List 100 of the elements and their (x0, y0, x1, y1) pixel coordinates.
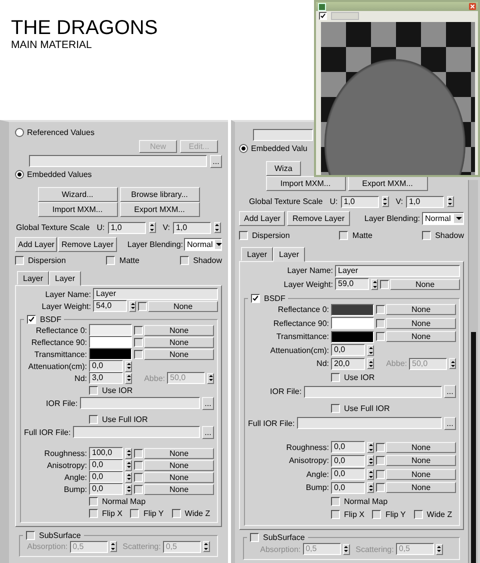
scrollbar[interactable] (468, 180, 478, 563)
map-button[interactable]: None (386, 304, 456, 316)
spinner-button[interactable] (125, 484, 132, 494)
layer-button[interactable]: Remove Layer (287, 211, 350, 226)
number-field[interactable]: 3,0 (89, 372, 123, 384)
checkbox[interactable] (414, 510, 423, 520)
checkbox[interactable] (89, 386, 98, 394)
spinner-button[interactable] (367, 358, 374, 370)
checkbox[interactable] (130, 508, 140, 518)
spinner-button[interactable] (148, 222, 156, 233)
map-button[interactable]: None (144, 484, 214, 494)
spinner-button[interactable] (342, 544, 350, 554)
number-field[interactable]: 0,0 (331, 482, 365, 494)
library-button[interactable]: Import MXM... (266, 176, 346, 191)
checkbox[interactable] (180, 256, 190, 265)
radio-button[interactable] (239, 144, 248, 153)
blending-dropdown[interactable]: Normal (422, 212, 464, 225)
spinner-button[interactable] (125, 360, 132, 372)
map-button[interactable]: None (386, 455, 456, 466)
map-button[interactable]: None (386, 318, 456, 329)
checkbox[interactable] (89, 414, 98, 424)
map-button[interactable]: None (144, 472, 214, 482)
number-field[interactable]: 1,0 (340, 196, 379, 208)
blending-dropdown[interactable]: Normal (184, 238, 222, 251)
checkbox[interactable] (26, 530, 35, 540)
spinner-button[interactable] (202, 541, 210, 552)
spinner-button[interactable] (129, 300, 136, 312)
layer-name-field[interactable]: Layer (93, 288, 218, 300)
spinner-button[interactable] (367, 442, 374, 453)
checkbox[interactable] (331, 510, 340, 520)
checkbox[interactable] (134, 460, 143, 470)
checkbox[interactable] (27, 314, 36, 324)
number-field[interactable]: 1,0 (108, 222, 146, 234)
number-field[interactable]: 0,0 (331, 344, 365, 356)
map-button[interactable]: None (144, 348, 214, 360)
spinner-button[interactable] (125, 472, 132, 482)
file-path-field[interactable] (80, 397, 200, 409)
map-button[interactable]: None (390, 278, 460, 290)
checkbox[interactable] (134, 472, 143, 482)
number-field[interactable]: 0,0 (89, 360, 123, 372)
checkbox[interactable] (331, 372, 340, 382)
checkbox[interactable] (376, 332, 385, 342)
file-path-field[interactable] (304, 386, 442, 398)
map-button[interactable]: None (386, 468, 456, 480)
checkbox[interactable] (376, 305, 385, 314)
layer-tab[interactable]: Layer (17, 271, 50, 285)
layer-tab[interactable]: Layer (241, 247, 274, 261)
map-button[interactable]: None (386, 442, 456, 453)
checkbox[interactable] (134, 326, 143, 334)
checkbox[interactable] (134, 338, 143, 346)
checkbox[interactable] (376, 470, 385, 479)
file-path-field[interactable] (296, 417, 442, 429)
map-button[interactable]: None (386, 482, 456, 494)
color-swatch[interactable] (331, 317, 374, 330)
library-button[interactable]: Export MXM... (348, 176, 428, 191)
spinner-button[interactable] (125, 460, 132, 470)
map-button[interactable]: None (144, 336, 214, 348)
library-button[interactable]: Browse library... (120, 187, 200, 202)
checkbox[interactable] (250, 533, 259, 542)
checkbox[interactable] (172, 508, 181, 518)
spinner-button[interactable] (371, 278, 378, 290)
browse-button[interactable]: ... (202, 396, 214, 410)
browse-button[interactable]: ... (202, 426, 214, 438)
number-field[interactable]: 1,0 (172, 222, 211, 234)
browse-button[interactable]: ... (210, 154, 222, 168)
checkbox[interactable] (376, 483, 385, 492)
spinner-button[interactable] (449, 358, 456, 370)
number-field[interactable]: 0,0 (89, 483, 123, 495)
map-button[interactable]: None (148, 300, 218, 312)
map-button[interactable]: None (144, 324, 214, 336)
scrollbar-thumb[interactable] (471, 332, 476, 563)
spinner-button[interactable] (367, 344, 374, 356)
layer-button[interactable]: Remove Layer (58, 237, 116, 252)
spinner-button[interactable] (207, 372, 214, 384)
spinner-button[interactable] (367, 482, 374, 494)
checkbox[interactable] (89, 508, 98, 518)
checkbox[interactable] (372, 510, 382, 520)
browse-button[interactable]: ... (444, 385, 456, 398)
spinner-button[interactable] (125, 448, 132, 458)
color-swatch[interactable] (89, 324, 132, 336)
number-field[interactable]: 20,0 (331, 358, 365, 370)
browse-button[interactable]: ... (444, 416, 456, 430)
number-field[interactable]: 59,0 (335, 278, 369, 290)
library-button[interactable]: Wiza (266, 161, 302, 176)
file-path-field[interactable] (72, 426, 200, 438)
library-button[interactable]: Wizard... (38, 187, 118, 202)
checkbox[interactable] (380, 280, 389, 289)
number-field[interactable]: 0,0 (89, 459, 123, 471)
number-field[interactable]: 0,0 (331, 454, 365, 467)
color-swatch[interactable] (331, 330, 374, 343)
checkbox[interactable] (339, 231, 348, 240)
checkbox[interactable] (134, 484, 143, 494)
map-button[interactable]: None (144, 448, 214, 458)
spinner-button[interactable] (436, 544, 443, 554)
checkbox[interactable] (376, 442, 385, 452)
checkbox[interactable] (422, 231, 432, 240)
library-path-field[interactable] (253, 129, 313, 141)
radio-button[interactable] (15, 170, 24, 179)
checkbox[interactable] (134, 448, 143, 458)
layer-name-field[interactable]: Layer (335, 264, 460, 277)
